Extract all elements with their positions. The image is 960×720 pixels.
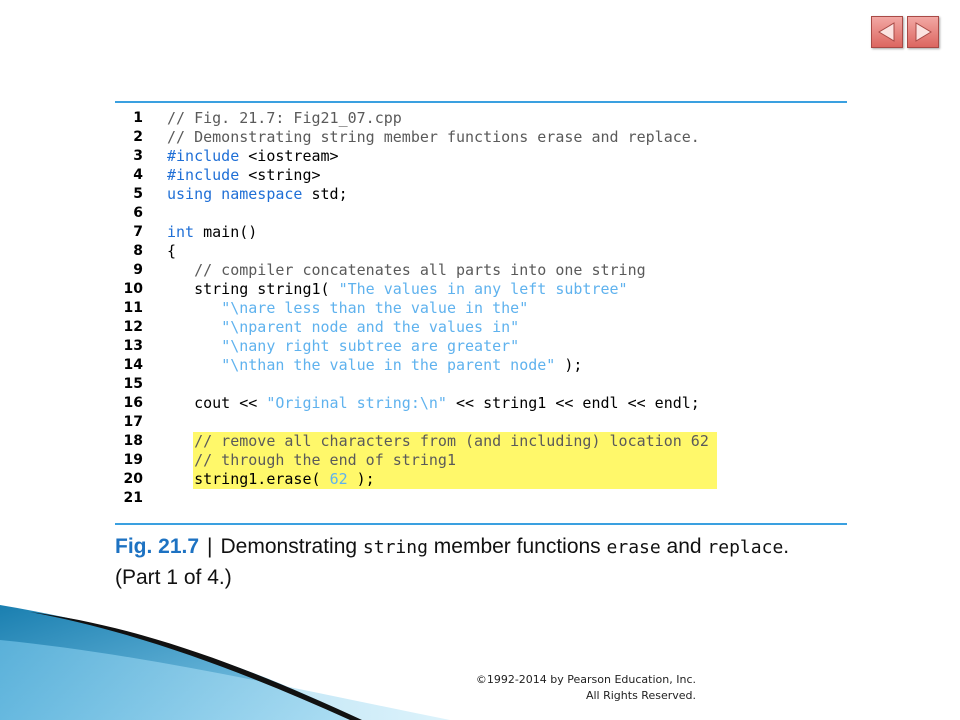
corner-swoosh-decoration [0,605,450,720]
copyright-line-2: All Rights Reserved. [585,689,696,702]
copyright-line-1: ©1992-2014 by Pearson Education, Inc. [475,673,696,686]
copyright-notice: ©1992-2014 by Pearson Education, Inc. Al… [476,672,696,704]
